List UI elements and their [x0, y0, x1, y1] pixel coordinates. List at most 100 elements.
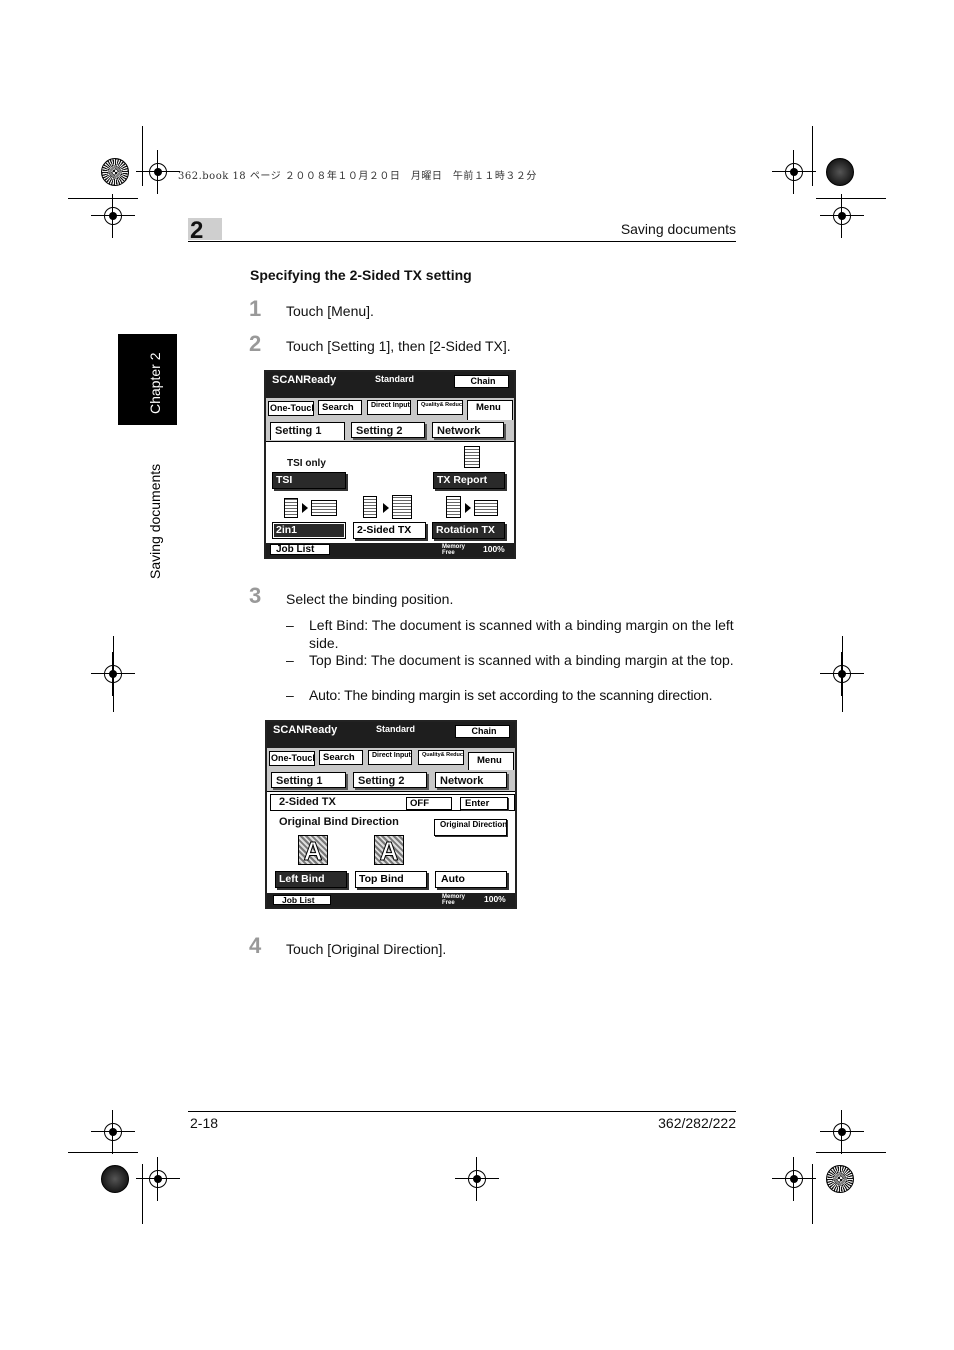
direct-input-button[interactable]: Direct Input: [368, 750, 412, 765]
step-text: Select the binding position.: [286, 591, 454, 607]
off-indicator: OFF: [406, 797, 452, 810]
menu-button[interactable]: Menu: [468, 752, 514, 770]
setting-tabs: Setting 1 Setting 2 Network: [267, 770, 515, 792]
2in1-source-icon: [284, 498, 298, 518]
step-number: 3: [249, 583, 262, 608]
chain-button[interactable]: Chain: [454, 375, 509, 388]
auto-button[interactable]: Auto: [435, 871, 507, 888]
tab-setting-2[interactable]: Setting 2: [351, 422, 425, 438]
scan-ready-status: SCANReady: [273, 724, 338, 736]
enter-button[interactable]: Enter: [460, 797, 508, 810]
rotation-result-icon: [474, 500, 498, 516]
quality-reduction-button[interactable]: Quality& Reduction: [417, 400, 463, 415]
top-bind-button[interactable]: Top Bind: [355, 871, 427, 888]
running-title: Saving documents: [620, 221, 736, 237]
header-rule: [188, 241, 736, 242]
left-bind-button[interactable]: Left Bind: [275, 871, 347, 888]
bullet-text: Left Bind: The document is scanned with …: [309, 617, 734, 651]
registration-mark: [91, 1110, 135, 1154]
2-sided-result-icon: [392, 495, 412, 519]
rotation-source-icon: [446, 496, 461, 518]
crop-line: [816, 1152, 886, 1153]
setting-tabs: Setting 1 Setting 2 Network: [266, 420, 514, 442]
step-text: Touch [Menu].: [286, 303, 374, 319]
free-label: Free: [442, 550, 455, 556]
registration-mark: [772, 1157, 816, 1201]
chapter-side-tab: Chapter 2: [118, 334, 177, 425]
menu-button[interactable]: Menu: [467, 400, 513, 420]
left-bind-icon: A: [298, 835, 328, 867]
direct-input-button[interactable]: Direct Input: [367, 400, 411, 415]
panel-title-bar: 2-Sided TX OFF Enter: [270, 794, 515, 811]
color-burst-mark: [826, 1165, 854, 1193]
step-number: 4: [249, 933, 262, 958]
print-header: 362.book 18 ページ ２００８年１０月２０日 月曜日 午前１１時３２分: [178, 171, 537, 182]
search-button[interactable]: Search: [318, 400, 362, 415]
page-number: 2-18: [190, 1115, 219, 1131]
crop-line: [142, 126, 143, 186]
control-panel-screen-menu: SCANReady Standard Chain One-Touch Searc…: [264, 370, 516, 559]
tsi-button[interactable]: TSI: [272, 472, 346, 489]
panel-title: 2-Sided TX: [279, 796, 336, 808]
registration-mark: [455, 1157, 499, 1201]
chain-button[interactable]: Chain: [455, 725, 510, 738]
job-list-button[interactable]: Job List: [273, 895, 331, 905]
model-numbers: 362/282/222: [658, 1115, 736, 1131]
scan-ready-status: SCANReady: [272, 374, 337, 386]
crop-line: [113, 636, 114, 712]
crop-line: [68, 198, 138, 199]
crop-line: [812, 126, 813, 186]
bullet-dash: –: [286, 652, 294, 668]
tab-setting-2[interactable]: Setting 2: [353, 772, 427, 788]
color-burst-mark: [101, 1165, 129, 1193]
mode-label: Standard: [375, 374, 415, 384]
tab-network[interactable]: Network: [435, 772, 507, 788]
memory-free-percent: 100%: [484, 894, 506, 904]
crop-line: [68, 1152, 138, 1153]
step-number: 2: [249, 331, 262, 356]
2in1-button[interactable]: 2in1: [272, 522, 346, 539]
chapter-number-box: 2: [188, 218, 222, 244]
memory-free-percent: 100%: [483, 544, 505, 554]
bullet-text: Top Bind: The document is scanned with a…: [309, 652, 734, 668]
mode-label: Standard: [376, 724, 416, 734]
registration-mark: [820, 1110, 864, 1154]
job-list-button[interactable]: Job List: [270, 544, 330, 555]
nav-bar: One-Touch Search Direct Input Quality& R…: [266, 398, 514, 420]
tsi-only-label: TSI only: [287, 458, 326, 469]
2-sided-source-icon: [363, 496, 377, 518]
tx-report-button[interactable]: TX Report: [433, 472, 505, 489]
arrow-right-icon: [465, 503, 471, 513]
rotation-tx-button[interactable]: Rotation TX: [432, 522, 505, 539]
side-tab-label: Chapter 2: [147, 352, 163, 414]
step-text: Touch [Setting 1], then [2-Sided TX].: [286, 338, 511, 354]
bind-direction-label: Original Bind Direction: [279, 816, 399, 828]
screen-status-bar: SCANReady Standard Chain: [267, 722, 515, 748]
quality-reduction-button[interactable]: Quality& Reduction: [418, 750, 464, 765]
registration-mark: [91, 194, 135, 238]
tab-setting-1[interactable]: Setting 1: [271, 772, 346, 788]
footer-rule: [188, 1111, 736, 1112]
one-touch-button[interactable]: One-Touch: [268, 401, 314, 416]
color-burst-mark: [826, 158, 854, 186]
color-burst-mark: [101, 158, 129, 186]
tab-setting-1[interactable]: Setting 1: [270, 422, 345, 440]
step-number: 1: [249, 296, 262, 321]
screen-footer-bar: Job List Memory Free 100%: [267, 893, 515, 907]
bullet-dash: –: [286, 617, 294, 633]
tab-network[interactable]: Network: [432, 422, 504, 438]
crop-line: [842, 636, 843, 712]
screen-status-bar: SCANReady Standard Chain: [266, 372, 514, 398]
2in1-result-icon: [311, 500, 337, 516]
tx-report-icon: [464, 446, 480, 468]
top-bind-icon: A: [374, 835, 404, 867]
original-direction-button[interactable]: Original Direction: [434, 819, 507, 836]
one-touch-button[interactable]: One-Touch: [269, 751, 315, 766]
crop-line: [142, 1164, 143, 1224]
2-sided-tx-button[interactable]: 2-Sided TX: [353, 522, 426, 539]
side-title: Saving documents: [147, 463, 163, 579]
arrow-right-icon: [302, 503, 308, 513]
bullet-text: Auto: The binding margin is set accordin…: [309, 687, 713, 703]
search-button[interactable]: Search: [319, 750, 363, 765]
free-label: Free: [442, 900, 455, 906]
